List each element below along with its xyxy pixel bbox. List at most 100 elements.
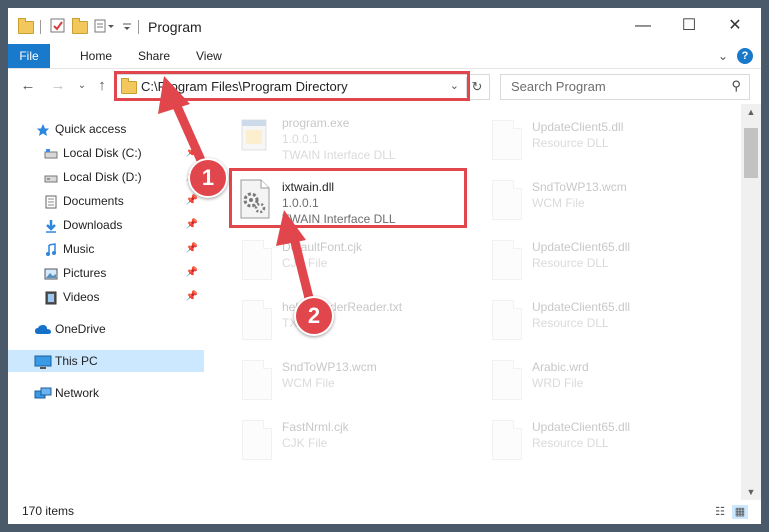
file-name: UpdateClient65.dll [532,420,631,434]
status-bar: 170 items ☷ ▦ [8,500,761,524]
file-item[interactable]: Arabic.wrd WRD File [482,354,722,408]
help-icon[interactable]: ? [737,48,753,64]
nav-item-music[interactable]: Music 📌 [8,238,204,260]
file-type: Resource DLL [532,256,609,270]
nav-item-network[interactable]: Network [8,382,204,404]
file-icon [236,358,272,400]
file-item[interactable]: UpdateClient65.dll Resource DLL [482,414,722,468]
scroll-thumb[interactable] [744,128,758,178]
customize-icon[interactable] [94,18,114,34]
file-item[interactable]: UpdateClient65.dll Resource DLL [482,294,722,348]
ribbon-tabs: File Home Share View ⌄ ? [8,44,761,69]
star-icon [36,122,50,136]
vertical-scrollbar[interactable]: ▲ ▼ [741,104,761,500]
title-bar: Program — ☐ ✕ [8,8,761,44]
search-box[interactable]: Search Program ⚲ [500,74,750,100]
file-item[interactable]: UpdateClient65.dll Resource DLL [482,234,722,288]
file-icon [236,418,272,460]
network-icon [34,386,52,400]
file-icon [486,178,522,220]
expand-ribbon-icon[interactable]: ⌄ [715,48,731,64]
close-button[interactable]: ✕ [712,8,758,44]
nav-item-pictures[interactable]: Pictures 📌 [8,262,204,284]
up-button[interactable]: ↑ [92,76,112,96]
file-icon [486,358,522,400]
nav-item-documents[interactable]: Documents 📌 [8,190,204,212]
new-folder-icon[interactable] [72,18,88,34]
tab-file[interactable]: File [8,44,50,68]
nav-item-this-pc[interactable]: This PC [8,350,204,372]
nav-item-videos[interactable]: Videos 📌 [8,286,204,308]
scroll-up-icon[interactable]: ▲ [741,104,761,120]
nav-item-quick-access[interactable]: Quick access [8,118,204,140]
download-icon [44,218,58,233]
back-button[interactable]: ← [18,76,38,96]
nav-item-onedrive[interactable]: OneDrive [8,318,204,340]
file-type: CJK File [282,436,328,450]
window-title: Program [148,19,202,35]
file-description: TWAIN Interface DLL [282,148,396,162]
forward-button[interactable]: → [48,76,68,96]
file-icon [236,238,272,280]
nav-item-local-disk-c[interactable]: Local Disk (C:) 📌 [8,142,204,164]
file-name: DefaultFont.cjk [282,240,363,254]
file-item[interactable]: FastNrml.cjk CJK File [232,414,472,468]
file-type: Resource DLL [532,436,609,450]
nav-label: Documents [63,194,124,208]
nav-label: Local Disk (D:) [63,170,142,184]
file-item[interactable]: SndToWP13.wcm WCM File [232,354,472,408]
file-item[interactable]: DefaultFont.cjk CJK File [232,234,472,288]
step-1-badge: 1 [188,158,228,198]
pin-icon[interactable]: 📌 [186,238,198,260]
nav-label: Videos [63,290,100,304]
file-item[interactable]: program.exe 1.0.0.1 TWAIN Interface DLL [232,110,472,164]
file-item[interactable]: UpdateClient5.dll Resource DLL [482,114,722,168]
nav-label: Downloads [63,218,123,232]
file-list: program.exe 1.0.0.1 TWAIN Interface DLL … [206,104,741,500]
nav-item-downloads[interactable]: Downloads 📌 [8,214,204,236]
drive-icon [44,146,58,160]
pin-icon[interactable]: 📌 [186,262,198,284]
navigation-pane: Quick access Local Disk (C:) 📌 Local Dis… [8,104,204,500]
file-type: WRD File [532,376,584,390]
pin-icon[interactable]: 📌 [186,286,198,308]
file-item[interactable]: SndToWP13.wcm WCM File [482,174,722,228]
details-view-icon[interactable]: ☷ [712,505,728,519]
file-name: FastNrml.cjk [282,420,349,434]
maximize-button[interactable]: ☐ [666,8,712,44]
tab-share[interactable]: Share [130,44,178,68]
file-item[interactable]: help ReaderReader.txt TXT File [232,294,472,348]
large-icons-view-icon[interactable]: ▦ [732,505,748,519]
separator [40,20,41,34]
explorer-window: Program — ☐ ✕ File Home Share View ⌄ ? ←… [8,8,761,524]
nav-label: This PC [55,354,98,368]
computer-icon [34,354,52,369]
tab-home[interactable]: Home [72,44,120,68]
search-icon: ⚲ [731,78,741,93]
file-highlight [229,168,467,228]
file-type: CJK File [282,256,328,270]
dll-file-icon [486,238,522,280]
dll-file-icon [486,298,522,340]
music-icon [44,242,58,256]
folder-icon [18,18,34,34]
drive-icon [44,170,58,184]
minimize-button[interactable]: — [620,8,666,44]
documents-icon [44,194,58,209]
file-name: program.exe [282,116,350,130]
dll-file-icon [486,418,522,460]
nav-item-local-disk-d[interactable]: Local Disk (D:) 📌 [8,166,204,188]
cloud-icon [34,322,52,336]
file-type: Resource DLL [532,136,609,150]
chevron-down-icon[interactable] [122,18,132,34]
nav-label: Music [63,242,95,256]
scroll-down-icon[interactable]: ▼ [741,484,761,500]
properties-icon[interactable] [50,18,66,34]
recent-locations-icon[interactable]: ⌄ [72,76,92,96]
nav-label: OneDrive [55,322,106,336]
tab-view[interactable]: View [188,44,230,68]
nav-label: Quick access [55,122,127,136]
pin-icon[interactable]: 📌 [186,214,198,236]
search-input[interactable]: Search Program [511,79,606,94]
dll-file-icon [486,118,522,160]
